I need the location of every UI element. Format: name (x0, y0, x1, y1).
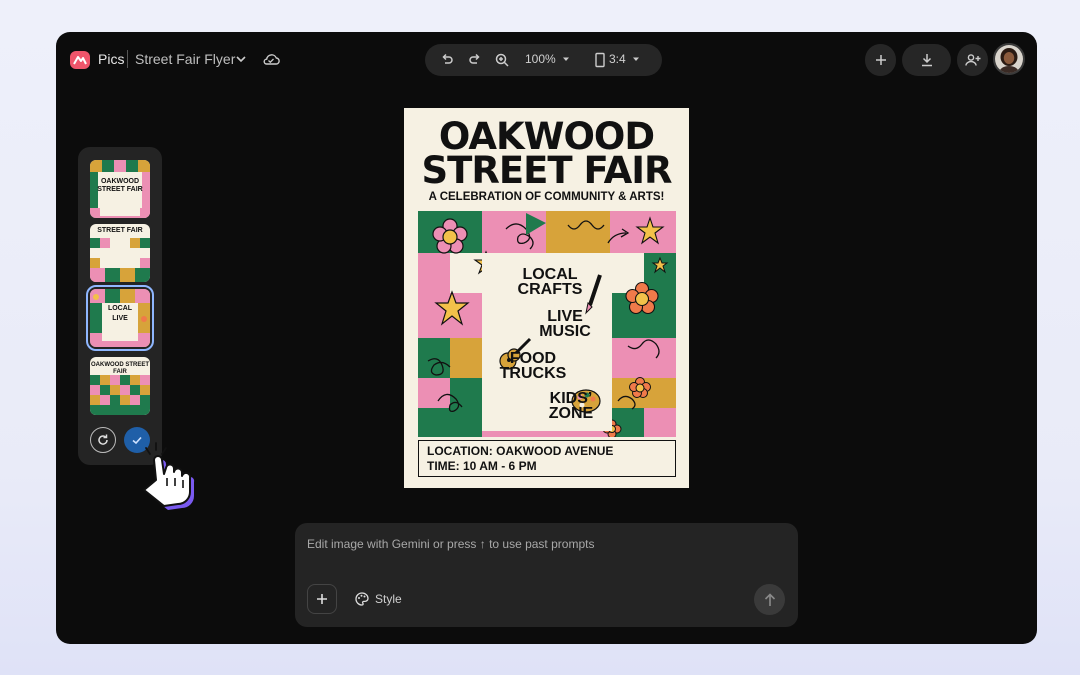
caret-down-icon[interactable] (631, 54, 641, 64)
aspect-ratio-label[interactable]: 3:4 (609, 52, 626, 66)
poster-info-box: LOCATION: OAKWOOD AVENUE TIME: 10 AM - 6… (418, 440, 676, 477)
variation-thumbnail[interactable]: OAKWOOD STREET FAIR (90, 357, 150, 415)
feature-label: LIVE MUSIC (530, 308, 600, 340)
divider (127, 50, 128, 68)
prompt-placeholder[interactable]: Edit image with Gemini or press ↑ to use… (307, 537, 594, 551)
thumbnail-title: STREET FAIR (97, 227, 143, 234)
plus-icon (317, 594, 327, 604)
feature-line: CRAFTS (517, 281, 583, 298)
download-icon (921, 54, 932, 67)
avatar[interactable] (993, 43, 1025, 75)
view-controls: 100% 3:4 (425, 44, 662, 76)
top-bar: Pics Street Fair Flyer 100% 3:4 (56, 32, 1037, 88)
variations-panel: OAKWOOD STREET FAIR STREET FAIR LOCAL LI… (78, 147, 162, 465)
poster-subtitle: A CELEBRATION OF COMMUNITY & ARTS! (428, 191, 665, 203)
feature-line: MUSIC (539, 323, 591, 340)
send-button[interactable] (754, 584, 785, 615)
thumbnail-title: STREET FAIR (97, 186, 143, 193)
add-person-icon (964, 54, 980, 66)
feature-line: ZONE (548, 405, 594, 422)
refresh-icon (98, 434, 108, 445)
undo-icon[interactable] (439, 52, 455, 68)
download-button[interactable] (902, 44, 951, 76)
feature-line: FOOD (509, 350, 557, 367)
aspect-ratio-icon[interactable] (595, 52, 605, 68)
feature-line: KIDS’ (549, 390, 593, 407)
variation-thumbnail[interactable]: OAKWOOD STREET FAIR (90, 160, 150, 218)
palette-icon (355, 592, 369, 606)
pics-logo-icon (70, 51, 90, 69)
app-window: Pics Street Fair Flyer 100% 3:4 OAKWOOD … (56, 32, 1037, 644)
caret-down-icon[interactable] (561, 54, 571, 64)
feature-label: KIDS’ ZONE (536, 390, 606, 422)
poster-pattern-grid: LOCAL CRAFTS LIVE MUSIC FOOD TRUCKS KIDS… (418, 211, 676, 457)
feature-label: LOCAL CRAFTS (510, 266, 590, 298)
regenerate-button[interactable] (90, 427, 116, 453)
app-name: Pics (98, 51, 125, 67)
variation-thumbnail-selected[interactable]: LOCAL LIVE (86, 285, 154, 351)
prompt-input-box[interactable]: Edit image with Gemini or press ↑ to use… (295, 523, 798, 627)
feature-line: TRUCKS (499, 365, 567, 382)
style-label: Style (375, 592, 402, 606)
share-button[interactable] (957, 44, 988, 76)
poster-time: TIME: 10 AM - 6 PM (427, 459, 537, 473)
chevron-down-icon[interactable] (234, 52, 248, 66)
user-avatar-icon (995, 45, 1023, 73)
thumbnail-title: LIVE (112, 315, 128, 322)
poster-location: LOCATION: OAKWOOD AVENUE (427, 444, 614, 458)
variation-thumbnail[interactable]: STREET FAIR (90, 224, 150, 282)
generated-poster[interactable]: OAKWOOD STREET FAIR A CELEBRATION OF COM… (404, 108, 689, 488)
add-attachment-button[interactable] (307, 584, 337, 614)
feature-line: LIVE (547, 308, 583, 325)
feature-line: LOCAL (522, 266, 578, 283)
poster-title-line2: STREET FAIR (421, 149, 673, 192)
cloud-saved-icon[interactable] (262, 51, 280, 67)
arrow-up-icon (764, 592, 775, 606)
thumbnail-title: OAKWOOD STREET FAIR (91, 362, 149, 375)
document-title[interactable]: Street Fair Flyer (135, 51, 235, 67)
zoom-in-icon[interactable] (494, 52, 510, 68)
thumbnail-title: OAKWOOD (100, 178, 140, 185)
thumbnail-title: LOCAL (107, 305, 133, 312)
pointer-hand-icon (143, 442, 195, 510)
feature-label: FOOD TRUCKS (488, 350, 578, 382)
add-button[interactable] (865, 44, 896, 76)
plus-icon (875, 55, 886, 65)
style-button[interactable]: Style (355, 589, 402, 609)
features-panel: LOCAL CRAFTS LIVE MUSIC FOOD TRUCKS KIDS… (482, 253, 612, 457)
redo-icon[interactable] (467, 52, 483, 68)
zoom-level[interactable]: 100% (525, 52, 556, 66)
